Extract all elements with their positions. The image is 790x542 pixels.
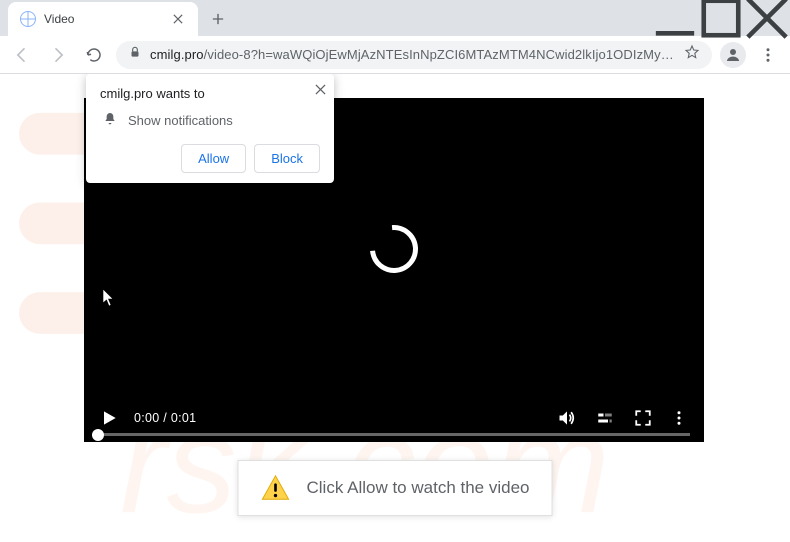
video-time: 0:00 / 0:01 — [134, 411, 196, 425]
close-tab-button[interactable] — [170, 11, 186, 27]
dialog-title: cmilg.pro wants to — [100, 86, 320, 101]
tab-strip: Video — [0, 0, 652, 36]
new-tab-button[interactable] — [204, 5, 232, 33]
maximize-button[interactable] — [698, 0, 744, 36]
window-controls — [652, 0, 790, 36]
lock-icon — [128, 45, 142, 64]
reload-button[interactable] — [80, 41, 108, 69]
minimize-button[interactable] — [652, 0, 698, 36]
globe-icon — [20, 11, 36, 27]
more-options-button[interactable] — [668, 407, 690, 429]
bookmark-star-icon[interactable] — [684, 44, 700, 65]
profile-avatar-button[interactable] — [720, 42, 746, 68]
forward-button[interactable] — [44, 41, 72, 69]
browser-menu-button[interactable] — [754, 41, 782, 69]
url-domain: cmilg.pro — [150, 47, 204, 62]
play-button[interactable] — [98, 407, 120, 429]
dialog-close-button[interactable] — [315, 82, 326, 100]
notification-permission-dialog: cmilg.pro wants to Show notifications Al… — [86, 74, 334, 183]
loading-spinner-icon — [370, 225, 418, 273]
mouse-cursor-icon — [102, 288, 116, 313]
seek-thumb[interactable] — [92, 429, 104, 441]
settings-button[interactable] — [592, 407, 618, 429]
volume-button[interactable] — [556, 407, 578, 429]
allow-prompt-card: Click Allow to watch the video — [238, 460, 553, 516]
fullscreen-button[interactable] — [632, 407, 654, 429]
warning-icon — [261, 473, 291, 503]
allow-button[interactable]: Allow — [181, 144, 246, 173]
url-path: /video-8?h=waWQiOjEwMjAzNTEsInNpZCI6MTAz… — [204, 47, 676, 62]
browser-tab[interactable]: Video — [8, 2, 198, 36]
prompt-text: Click Allow to watch the video — [307, 478, 530, 498]
page-viewport: rsk.com 0:00 / 0:01 — [0, 74, 790, 542]
time-current: 0:00 — [134, 411, 160, 425]
window-top: Video — [0, 0, 790, 36]
time-separator: / — [160, 411, 171, 425]
url-text: cmilg.pro/video-8?h=waWQiOjEwMjAzNTEsInN… — [150, 47, 676, 62]
back-button[interactable] — [8, 41, 36, 69]
permission-label: Show notifications — [128, 113, 233, 128]
close-window-button[interactable] — [744, 0, 790, 36]
permission-row: Show notifications — [100, 111, 320, 130]
browser-toolbar: cmilg.pro/video-8?h=waWQiOjEwMjAzNTEsInN… — [0, 36, 790, 74]
tab-title: Video — [44, 12, 162, 26]
address-bar[interactable]: cmilg.pro/video-8?h=waWQiOjEwMjAzNTEsInN… — [116, 41, 712, 69]
block-button[interactable]: Block — [254, 144, 320, 173]
seek-bar[interactable] — [98, 433, 690, 436]
time-total: 0:01 — [171, 411, 197, 425]
bell-icon — [102, 111, 118, 130]
